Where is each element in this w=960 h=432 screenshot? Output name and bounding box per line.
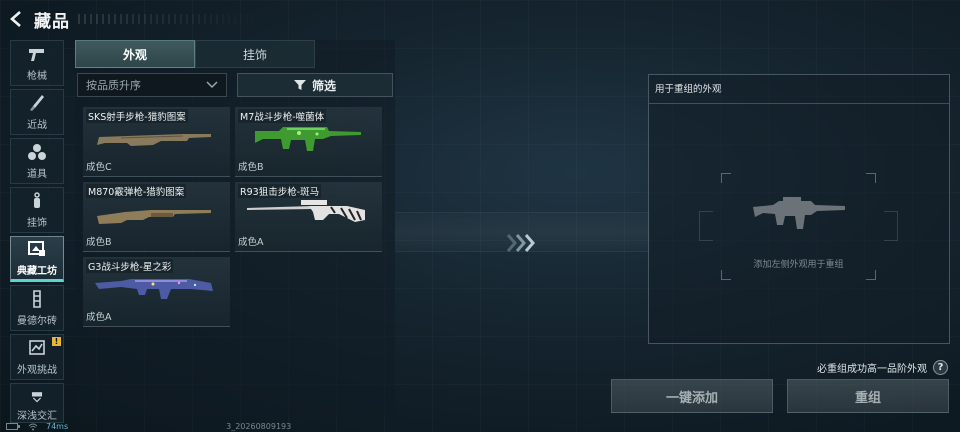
alert-badge: !: [52, 337, 61, 346]
slot-corner: [721, 270, 731, 280]
chevron-down-icon: [206, 81, 218, 89]
skin-card[interactable]: SKS射手步枪-猎豹图案 成色C: [83, 107, 230, 177]
filter-button[interactable]: 筛选: [237, 73, 393, 97]
ping-value: 74ms: [46, 422, 69, 431]
sidebar-item-guns[interactable]: 枪械: [10, 40, 64, 86]
sidebar-item-label: 曼德尔砖: [17, 315, 57, 327]
wifi-icon: [28, 423, 38, 430]
pistol-icon: [29, 48, 44, 61]
sidebar-item-label: 深浅交汇: [17, 411, 57, 422]
sort-value: 按品质升序: [86, 79, 141, 92]
fusion-icon: [31, 392, 43, 403]
sidebar-item-items[interactable]: 道具: [10, 138, 64, 184]
skin-grade: 成色C: [86, 162, 112, 173]
sort-dropdown[interactable]: 按品质升序: [77, 73, 227, 97]
page-title: 藏品: [34, 11, 70, 32]
filter-label: 筛选: [311, 78, 336, 93]
m870-shotgun-icon: [97, 210, 211, 224]
skin-card[interactable]: M7战斗步枪-噬菌体 成色B: [235, 107, 382, 177]
skin-grade: 成色A: [238, 237, 264, 248]
slot-bracket: [884, 211, 898, 241]
sidebar-item-label: 枪械: [27, 70, 47, 82]
slot-bracket: [699, 211, 713, 241]
skin-grade: 成色A: [86, 312, 112, 323]
sidebar-item-label: 近战: [27, 119, 47, 131]
skin-card[interactable]: G3战斗步枪-星之彩 成色A: [83, 257, 230, 327]
recombine-notice: 必重组成功高一品阶外观 ?: [817, 360, 948, 375]
filter-icon: [293, 80, 306, 90]
slot-corner: [866, 173, 876, 183]
sidebar-item-label: 外观挑战: [17, 364, 57, 376]
knife-icon: [30, 94, 44, 111]
sidebar-item-label: 道具: [27, 168, 47, 180]
header: 藏品: [6, 6, 70, 32]
tab-charms[interactable]: 挂饰: [195, 40, 315, 68]
sidebar-item-label: 典藏工坊: [17, 265, 57, 277]
workshop-icon: [28, 240, 45, 256]
slot-hint: 添加左侧外观用于重组: [753, 260, 844, 270]
skin-grade: 成色B: [238, 162, 264, 173]
sidebar-item-label: 挂饰: [27, 217, 47, 229]
tab-appearance[interactable]: 外观: [75, 40, 195, 68]
divider: [649, 103, 949, 104]
recombine-panel: 用于重组的外观 添加左侧外观用于重组: [648, 74, 950, 344]
recombine-slot[interactable]: 添加左侧外观用于重组: [699, 173, 898, 280]
category-tabs: 外观 挂饰: [75, 40, 315, 68]
slot-corner: [866, 270, 876, 280]
sidebar-item-melee[interactable]: 近战: [10, 89, 64, 135]
recombine-button[interactable]: 重组: [787, 379, 949, 413]
sidebar-item-workshop[interactable]: 典藏工坊: [10, 236, 64, 282]
recombine-panel-title: 用于重组的外观: [655, 84, 722, 95]
title-decoration: [78, 14, 268, 24]
skin-list-panel: 外观 挂饰 按品质升序 筛选 SKS射手步枪-猎豹图案 成色C M7战斗步枪-噬…: [75, 40, 395, 415]
skin-grade: 成色B: [86, 237, 112, 248]
status-bar: 74ms 3_20260809193: [0, 421, 960, 432]
battery-icon: [6, 423, 20, 430]
sks-rifle-icon: [97, 134, 211, 146]
r93-sniper-icon: [247, 200, 365, 222]
sidebar-item-charms[interactable]: 挂饰: [10, 187, 64, 233]
back-button[interactable]: [6, 8, 26, 30]
notice-text: 必重组成功高一品阶外观: [817, 364, 927, 375]
sidebar: 枪械 近战 道具 挂饰 典藏工坊 曼德尔砖 ! 外观挑战 深浅交汇: [10, 40, 64, 426]
brick-icon: [33, 289, 41, 308]
transfer-arrows-icon: [506, 234, 535, 252]
skin-card[interactable]: M870霰弹枪-猎豹图案 成色B: [83, 182, 230, 252]
slot-corner: [721, 173, 731, 183]
skin-card[interactable]: R93狙击步枪-斑马 成色A: [235, 182, 382, 252]
auto-add-button[interactable]: 一键添加: [611, 379, 773, 413]
back-arrow-icon: [10, 11, 21, 27]
grenade-icon: [28, 143, 46, 160]
rifle-placeholder-icon: [753, 197, 845, 229]
m7-rifle-icon: [255, 127, 361, 151]
sidebar-item-mandel-brick[interactable]: 曼德尔砖: [10, 285, 64, 331]
challenge-icon: [29, 339, 45, 355]
sidebar-item-fusion[interactable]: 深浅交汇: [10, 383, 64, 423]
g3-rifle-icon: [95, 279, 213, 299]
sidebar-item-skin-challenge[interactable]: ! 外观挑战: [10, 334, 64, 380]
build-id: 3_20260809193: [226, 422, 292, 431]
charm-icon: [34, 191, 40, 208]
help-icon[interactable]: ?: [933, 360, 948, 375]
